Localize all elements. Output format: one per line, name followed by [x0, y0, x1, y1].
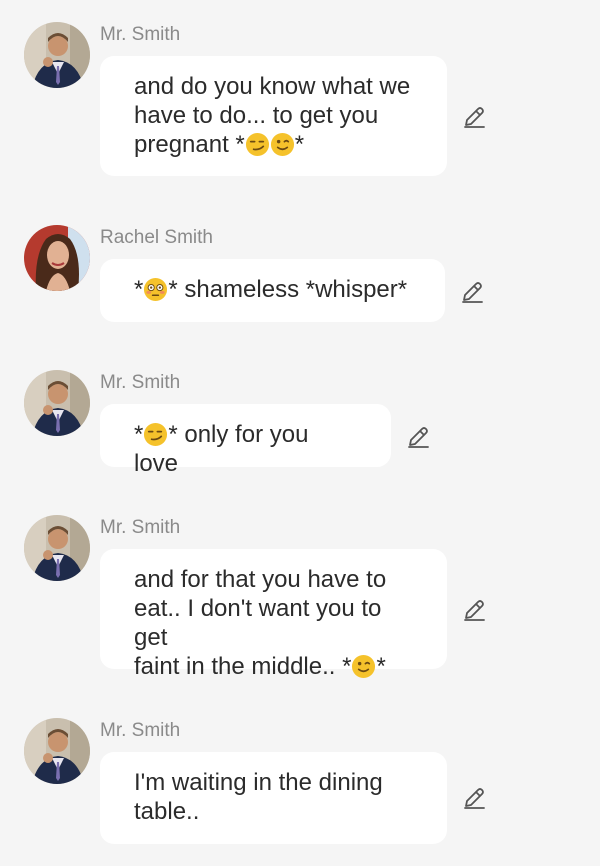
message-bubble: and do you know what we have to do... to…	[100, 56, 447, 176]
sender-name: Mr. Smith	[100, 24, 181, 45]
man-in-suit-avatar	[24, 718, 90, 784]
man-in-suit-avatar	[24, 22, 90, 88]
wink-emoji-icon	[351, 654, 376, 679]
message-bubble: * * shameless *whisper*	[100, 259, 445, 322]
avatar[interactable]	[24, 718, 90, 784]
edit-icon[interactable]	[461, 785, 487, 811]
wink-emoji-icon	[270, 132, 295, 157]
flushed-emoji-icon	[143, 277, 168, 302]
man-in-suit-avatar	[24, 515, 90, 581]
sender-name: Mr. Smith	[100, 372, 181, 393]
man-in-suit-avatar	[24, 370, 90, 436]
sender-name: Mr. Smith	[100, 720, 181, 741]
smirk-emoji-icon	[245, 132, 270, 157]
edit-icon[interactable]	[459, 279, 485, 305]
smirk-emoji-icon	[143, 422, 168, 447]
sender-name: Rachel Smith	[100, 227, 213, 248]
sender-name: Mr. Smith	[100, 517, 181, 538]
avatar[interactable]	[24, 370, 90, 436]
message-bubble: * * only for you love	[100, 404, 391, 477]
message-bubble: and for that you have to eat.. I don't w…	[100, 549, 447, 680]
woman-avatar	[24, 225, 90, 291]
avatar[interactable]	[24, 225, 90, 291]
edit-icon[interactable]	[461, 597, 487, 623]
avatar[interactable]	[24, 515, 90, 581]
edit-icon[interactable]	[405, 424, 431, 450]
avatar[interactable]	[24, 22, 90, 88]
edit-icon[interactable]	[461, 104, 487, 130]
message-bubble: I'm waiting in the dining table..	[100, 752, 447, 844]
